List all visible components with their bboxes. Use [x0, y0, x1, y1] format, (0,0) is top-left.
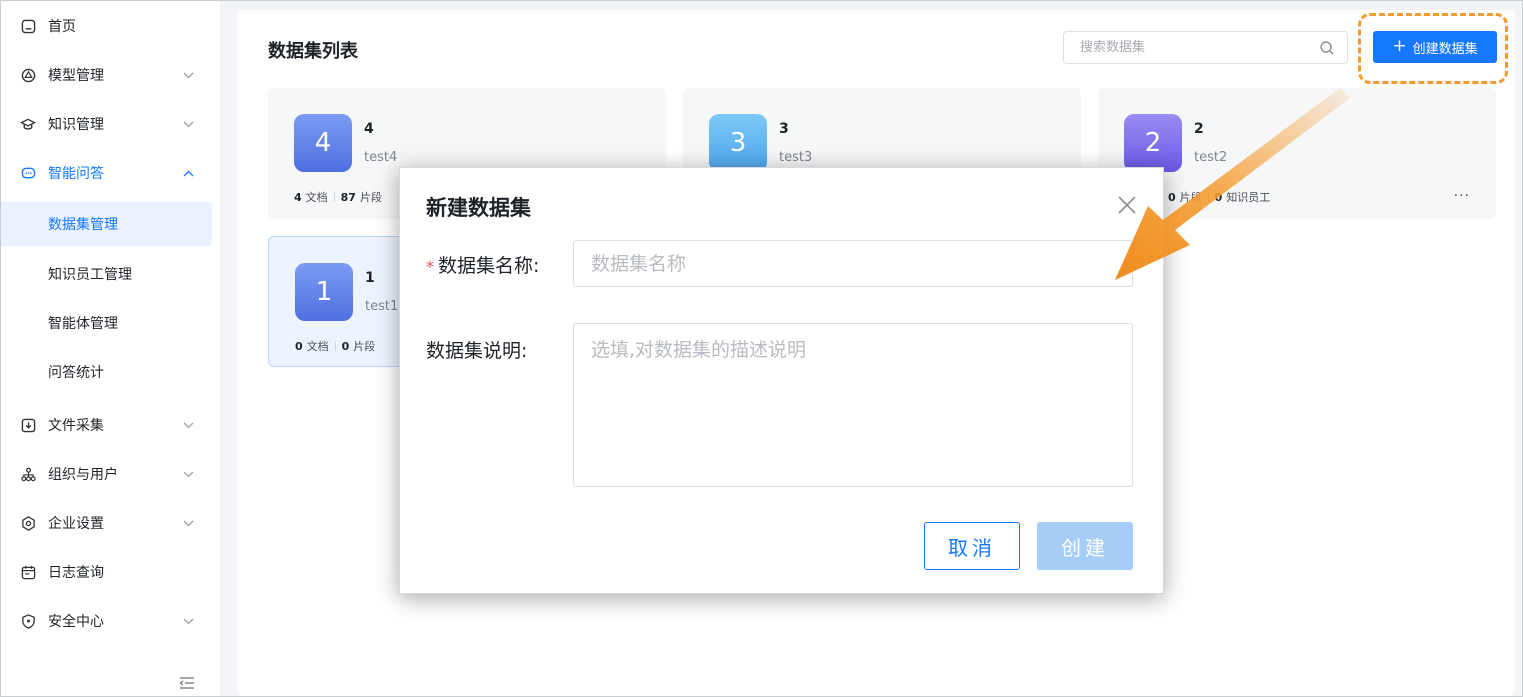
- search-input[interactable]: [1064, 32, 1314, 63]
- dataset-desc-textarea[interactable]: [573, 323, 1133, 487]
- page-title: 数据集列表: [268, 41, 358, 62]
- create-dataset-button[interactable]: + 创建数据集: [1373, 31, 1497, 63]
- sidebar-item-label: 企业设置: [48, 516, 104, 532]
- chat-icon: [20, 165, 36, 181]
- knowledge-icon: [20, 116, 36, 132]
- chevron-down-icon: [182, 69, 194, 81]
- sidebar-item-file-collect[interactable]: 文件采集: [1, 405, 220, 445]
- docs-count: 0: [295, 339, 303, 353]
- sidebar-subitem-label: 智能体管理: [48, 316, 118, 332]
- sidebar: 首页 模型管理 知识管理 智能问答 数据集管理 知识员工管理 智能体管理 问答统…: [1, 1, 220, 696]
- cancel-button[interactable]: 取消: [924, 522, 1020, 570]
- dataset-badge: 4: [294, 114, 352, 172]
- dataset-stats: 0 片段 0 知识员工: [1168, 189, 1270, 205]
- divider: [1207, 192, 1209, 202]
- segments-count: 0: [341, 339, 350, 353]
- segments-label: 片段: [359, 191, 382, 204]
- chevron-down-icon: [182, 517, 194, 529]
- chevron-down-icon: [182, 615, 194, 627]
- dataset-title: 2: [1194, 121, 1204, 137]
- sidebar-item-label: 首页: [48, 19, 76, 35]
- home-icon: [20, 18, 36, 34]
- chevron-down-icon: [182, 118, 194, 130]
- sidebar-item-label: 日志查询: [48, 565, 104, 581]
- dataset-desc-label: 数据集说明:: [426, 340, 528, 362]
- dataset-badge: 1: [295, 263, 353, 321]
- segments-count: 0: [1168, 190, 1176, 204]
- divider: [334, 341, 336, 351]
- sidebar-subitem-label: 知识员工管理: [48, 267, 132, 283]
- sidebar-item-org-users[interactable]: 组织与用户: [1, 454, 220, 494]
- sidebar-item-home[interactable]: 首页: [1, 6, 220, 46]
- sidebar-item-security-center[interactable]: 安全中心: [1, 601, 220, 641]
- dataset-name-label: * 数据集名称:: [426, 251, 539, 278]
- dataset-title: 1: [365, 270, 375, 286]
- sidebar-item-label: 安全中心: [48, 614, 104, 630]
- sidebar-item-knowledge[interactable]: 知识管理: [1, 104, 220, 144]
- sidebar-item-label: 模型管理: [48, 68, 104, 84]
- sidebar-item-label: 知识管理: [48, 117, 104, 133]
- required-mark: *: [426, 257, 434, 276]
- dialog-title: 新建数据集: [426, 196, 531, 220]
- dataset-stats: 4 文档 87 片段: [294, 189, 382, 205]
- sidebar-subitem-dataset-management[interactable]: 数据集管理: [1, 202, 212, 246]
- sidebar-item-log-query[interactable]: 日志查询: [1, 552, 220, 592]
- sidebar-item-label: 智能问答: [48, 166, 104, 182]
- file-collect-icon: [20, 417, 36, 433]
- sidebar-subitem-agent-management[interactable]: 智能体管理: [1, 301, 212, 345]
- create-dataset-label: 创建数据集: [1412, 41, 1478, 57]
- log-icon: [20, 564, 36, 580]
- dataset-title: 3: [779, 121, 789, 137]
- employees-label: 知识员工: [1226, 191, 1271, 204]
- more-options-icon[interactable]: ···: [1454, 188, 1470, 204]
- docs-count: 4: [294, 190, 302, 204]
- sidebar-subitem-qa-stats[interactable]: 问答统计: [1, 350, 212, 394]
- new-dataset-dialog: 新建数据集 *数据集名称: 数据集说明: 取消 创建: [399, 167, 1164, 594]
- sidebar-item-models[interactable]: 模型管理: [1, 55, 220, 95]
- create-button[interactable]: 创建: [1037, 522, 1133, 570]
- dataset-desc: test4: [364, 150, 398, 165]
- sidebar-subitem-knowledge-employee[interactable]: 知识员工管理: [1, 252, 212, 296]
- dataset-stats: 0 文档 0 片段: [295, 338, 375, 354]
- collapse-sidebar-icon[interactable]: [179, 675, 195, 689]
- dataset-desc: test3: [779, 150, 813, 165]
- divider: [333, 192, 335, 202]
- org-icon: [20, 466, 36, 482]
- sidebar-subitem-label: 问答统计: [48, 365, 104, 381]
- close-icon[interactable]: [1116, 194, 1138, 216]
- segments-label: 片段: [353, 340, 376, 353]
- sidebar-item-label: 组织与用户: [48, 467, 118, 483]
- plus-icon: +: [1392, 35, 1407, 56]
- model-icon: [20, 67, 36, 83]
- dataset-badge: 3: [709, 114, 767, 172]
- search-box: [1063, 31, 1348, 64]
- chevron-up-icon: [182, 167, 194, 179]
- sidebar-subitem-label: 数据集管理: [48, 217, 118, 233]
- shield-icon: [20, 613, 36, 629]
- employees-count: 0: [1214, 190, 1223, 204]
- segments-label: 片段: [1179, 191, 1202, 204]
- sidebar-item-label: 文件采集: [48, 418, 104, 434]
- dataset-name-label-text: 数据集名称:: [438, 255, 540, 277]
- dataset-desc: test1: [365, 299, 399, 314]
- docs-label: 文档: [306, 340, 329, 353]
- settings-icon: [20, 515, 36, 531]
- dataset-name-input[interactable]: [573, 240, 1133, 287]
- sidebar-item-smart-qa[interactable]: 智能问答: [1, 153, 220, 193]
- docs-label: 文档: [305, 191, 328, 204]
- search-icon[interactable]: [1319, 40, 1335, 56]
- dataset-badge: 2: [1124, 114, 1182, 172]
- segments-count: 87: [340, 190, 356, 204]
- dataset-title: 4: [364, 121, 374, 137]
- sidebar-item-enterprise-settings[interactable]: 企业设置: [1, 503, 220, 543]
- dataset-desc: test2: [1194, 150, 1228, 165]
- chevron-down-icon: [182, 468, 194, 480]
- chevron-down-icon: [182, 419, 194, 431]
